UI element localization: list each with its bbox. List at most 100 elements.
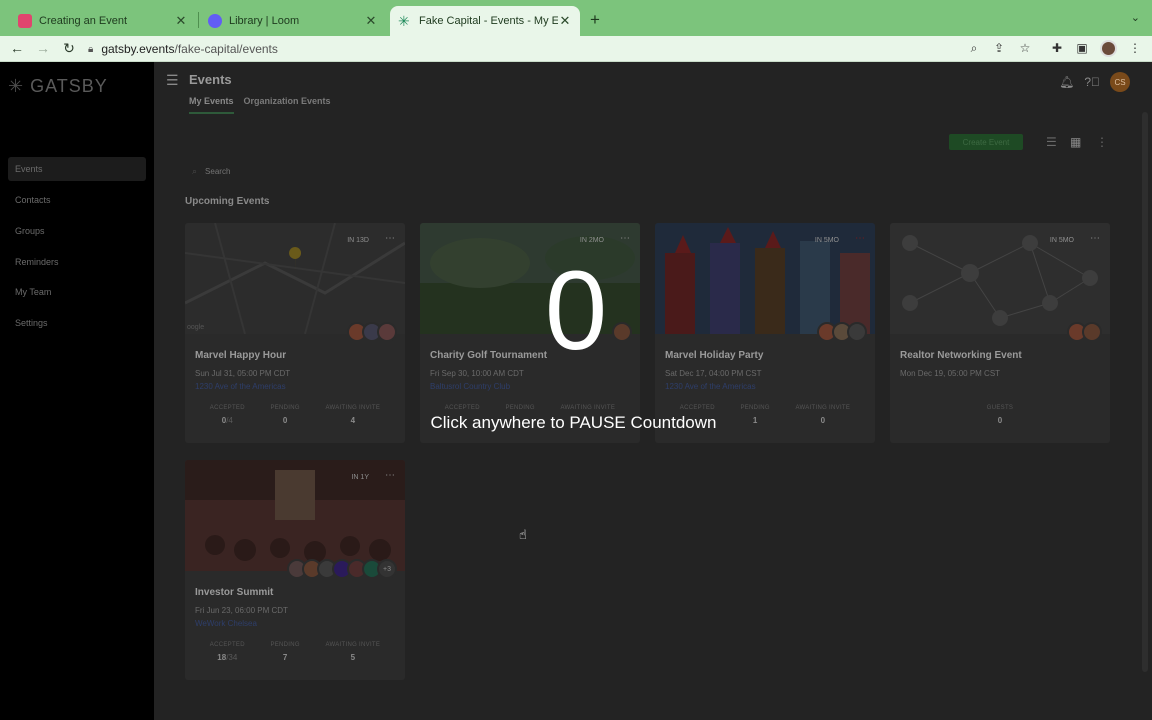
asterisk-logo-icon: ✳ xyxy=(8,76,25,96)
more-options-icon[interactable]: ⋮ xyxy=(1096,135,1108,149)
app: ✳ GATSBY Events Contacts Groups Reminder… xyxy=(0,62,1152,720)
stat-label: PENDING xyxy=(270,642,300,648)
event-location[interactable]: 1230 Ave of the Americas xyxy=(665,382,756,391)
card-menu-icon[interactable]: ⋯ xyxy=(385,233,395,244)
bell-icon[interactable]: 🔔︎ xyxy=(1059,75,1074,89)
tab-my-events[interactable]: My Events xyxy=(189,96,234,114)
time-until-badge: IN 2MO xyxy=(579,237,604,244)
browser-tab[interactable]: Creating an Event ✕ xyxy=(10,6,196,36)
stat-label: PENDING xyxy=(270,405,300,411)
tab-title: Creating an Event xyxy=(39,15,128,27)
tab-title: Library | Loom xyxy=(229,15,300,27)
event-date: Fri Sep 30, 10:00 AM CDT xyxy=(430,369,524,378)
stat-label: ACCEPTED xyxy=(209,405,245,411)
user-avatar[interactable]: CS xyxy=(1110,72,1130,92)
event-date: Sat Dec 17, 04:00 PM CST xyxy=(665,369,762,378)
stat-label: GUESTS xyxy=(986,405,1014,411)
event-card[interactable]: IN 1Y ⋯ +3 Investor Summit Fri Jun 23, 0… xyxy=(185,460,405,680)
browser-toolbar: ← → ↻ 🔒︎ gatsby.events/fake-capital/even… xyxy=(0,36,1152,62)
time-until-badge: IN 5MO xyxy=(1049,237,1074,244)
stat-label: AWAITING INVITE xyxy=(560,405,616,411)
lock-icon: 🔒︎ xyxy=(88,43,94,55)
event-stats: ACCEPTED 18/34 PENDING 7 AWAITING INVITE 5 xyxy=(185,642,405,662)
url-path: /fake-capital/events xyxy=(174,42,278,56)
stat-pending: PENDING 7 xyxy=(270,642,299,662)
page-scrollbar[interactable] xyxy=(1142,112,1148,672)
close-tab-icon[interactable]: ✕ xyxy=(364,13,378,29)
stat-sub: /34 xyxy=(226,653,238,662)
sidebar: ✳ GATSBY Events Contacts Groups Reminder… xyxy=(0,62,154,720)
stat-label: AWAITING INVITE xyxy=(325,642,381,648)
stat-label: PENDING xyxy=(740,405,770,411)
card-menu-icon[interactable]: ⋯ xyxy=(1090,233,1100,244)
section-title: Upcoming Events xyxy=(185,196,270,207)
event-date: Fri Jun 23, 06:00 PM CDT xyxy=(195,606,288,615)
event-location[interactable]: Baltusrol Country Club xyxy=(430,382,510,391)
favicon-icon xyxy=(208,14,222,28)
search-box[interactable]: ⌕ xyxy=(192,163,392,179)
time-until-badge: IN 5MO xyxy=(814,237,839,244)
stat-label: ACCEPTED xyxy=(209,642,245,648)
address-bar[interactable]: 🔒︎ gatsby.events/fake-capital/events xyxy=(88,39,1038,59)
close-tab-icon[interactable]: ✕ xyxy=(558,13,572,29)
countdown-pause-hint[interactable]: Click anywhere to PAUSE Countdown xyxy=(0,413,1147,433)
event-name: Investor Summit xyxy=(195,587,274,598)
forward-icon[interactable]: → xyxy=(34,40,52,56)
header-actions: 🔔︎ ?⃝ CS xyxy=(1059,72,1130,92)
page-title: Events xyxy=(189,72,232,87)
browser-menu-icon[interactable]: ⋮ xyxy=(1127,41,1143,55)
event-date: Sun Jul 31, 05:00 PM CDT xyxy=(195,369,291,378)
share-icon[interactable]: ⇪ xyxy=(991,41,1007,55)
stat-label: AWAITING INVITE xyxy=(325,405,381,411)
card-menu-icon[interactable]: ⋯ xyxy=(385,470,395,481)
bookmark-star-icon[interactable]: ☆ xyxy=(1017,41,1033,55)
stat-label: ACCEPTED xyxy=(679,405,715,411)
grid-view-icon[interactable]: ▦ xyxy=(1070,135,1081,149)
profile-avatar[interactable] xyxy=(1100,40,1117,57)
stat-accepted: ACCEPTED 18/34 xyxy=(210,642,245,662)
close-tab-icon[interactable]: ✕ xyxy=(174,13,188,29)
browser-tab[interactable]: Library | Loom ✕ xyxy=(200,6,386,36)
stat-label: AWAITING INVITE xyxy=(795,405,851,411)
zoom-icon[interactable]: ⌕ xyxy=(966,41,982,56)
extensions-icon[interactable]: ✚ xyxy=(1049,41,1065,55)
time-until-badge: IN 13D xyxy=(347,237,369,244)
logo-text: GATSBY xyxy=(30,76,108,96)
stat-label: PENDING xyxy=(505,405,535,411)
stat-value: 5 xyxy=(350,653,356,662)
stat-label: ACCEPTED xyxy=(444,405,480,411)
sidebar-item-groups[interactable]: Groups xyxy=(8,219,146,243)
event-location[interactable]: WeWork Chelsea xyxy=(195,619,257,628)
favicon-icon xyxy=(18,14,32,28)
create-event-button[interactable]: Create Event xyxy=(949,134,1023,150)
card-menu-icon[interactable]: ⋯ xyxy=(855,233,865,244)
new-tab-icon[interactable]: + xyxy=(590,10,600,30)
tab-organization-events[interactable]: Organization Events xyxy=(244,96,331,114)
tab-title: Fake Capital - Events - My Eve xyxy=(419,15,558,27)
sidebar-item-label: Contacts xyxy=(15,195,51,205)
countdown-number[interactable]: 0 xyxy=(0,255,1152,367)
sidebar-item-contacts[interactable]: Contacts xyxy=(8,188,146,212)
event-location[interactable]: 1230 Ave of the Americas xyxy=(195,382,286,391)
browser-tab-strip: Creating an Event ✕ Library | Loom ✕ ✳ F… xyxy=(0,0,1152,36)
more-guests-count: +3 xyxy=(377,559,397,579)
side-panel-icon[interactable]: ▣ xyxy=(1074,41,1090,55)
event-tabs: My Events Organization Events xyxy=(189,96,331,114)
stat-value: 18 xyxy=(217,653,227,662)
hand-cursor-icon: ☝︎ xyxy=(519,527,527,542)
gatsby-logo[interactable]: ✳ GATSBY xyxy=(8,76,108,97)
browser-tab-active[interactable]: ✳ Fake Capital - Events - My Eve ✕ xyxy=(390,6,580,36)
card-menu-icon[interactable]: ⋯ xyxy=(620,233,630,244)
list-view-icon[interactable]: ☰ xyxy=(1046,135,1057,149)
favicon-icon: ✳ xyxy=(398,13,410,29)
reload-icon[interactable]: ↻ xyxy=(60,40,78,57)
hamburger-menu-icon[interactable]: ☰ xyxy=(166,72,179,89)
search-input[interactable] xyxy=(205,166,366,176)
tab-search-chevron-icon[interactable]: ⌄ xyxy=(1131,11,1140,24)
back-icon[interactable]: ← xyxy=(8,40,26,56)
time-until-badge: IN 1Y xyxy=(351,474,369,481)
help-icon[interactable]: ?⃝ xyxy=(1084,75,1100,89)
stat-value: 7 xyxy=(282,653,288,662)
url-host: gatsby.events xyxy=(101,42,175,56)
sidebar-item-events[interactable]: Events xyxy=(8,157,146,181)
